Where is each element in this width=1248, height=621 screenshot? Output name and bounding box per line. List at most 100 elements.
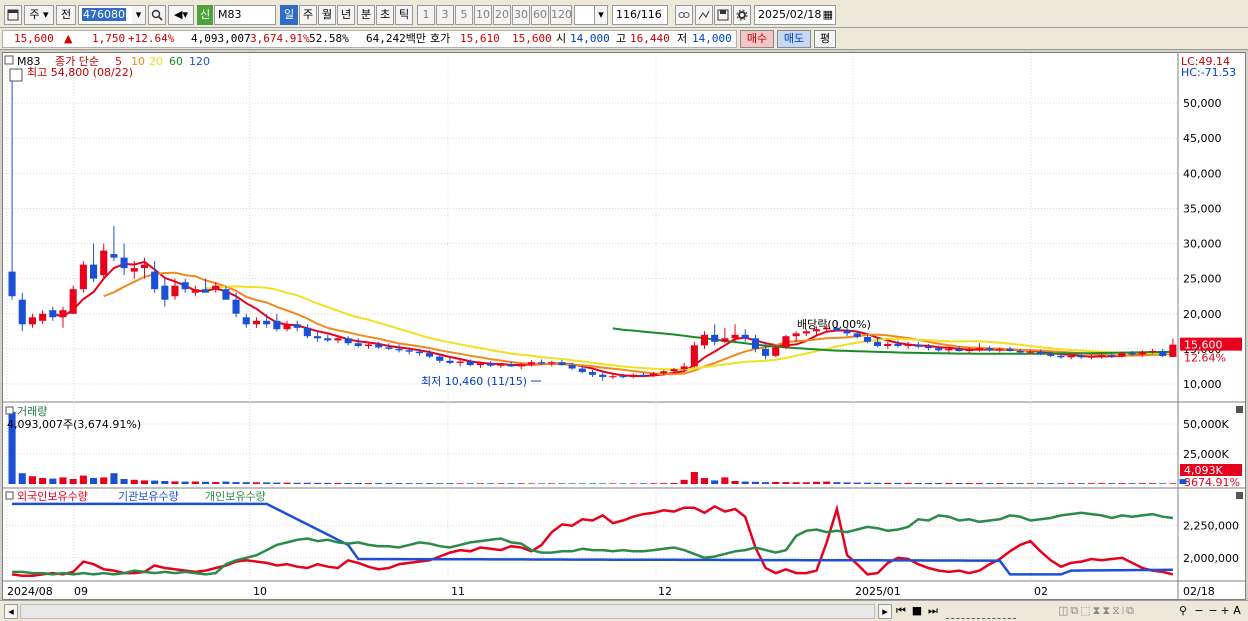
candle-body [110,254,118,258]
volume-tick-label: 50,000K [1183,418,1229,431]
price-tick-label: 35,000 [1183,202,1222,215]
candle-body [772,347,780,356]
candle-body [1118,353,1126,357]
gear-icon[interactable] [733,5,751,25]
volume-panel-close-icon [1236,406,1243,413]
volume-bar [986,483,994,484]
interval-120[interactable]: 120 [550,5,572,25]
volume-bar [303,482,311,484]
volume-bar [252,482,260,484]
interval-20[interactable]: 20 [493,5,511,25]
tab-tick[interactable]: 틱 [395,5,413,25]
candle-body [191,289,199,293]
current-pct-tag: 12.64% [1184,352,1226,365]
x-axis-label: 12 [658,585,672,598]
candle-body [59,310,67,318]
candle-body [599,374,607,377]
current-price: 15,600 [14,32,54,45]
calendar-icon[interactable]: ▦ [823,6,833,24]
search-icon[interactable] [148,5,166,25]
code-dropdown-icon[interactable]: ▾ [132,5,146,25]
stock-chart[interactable]: 50,000 45,000 40,000 35,000 30,000 25,000 20,0… [3,53,1245,599]
volume-bar [79,475,87,484]
avg-price-button[interactable]: 평 [814,30,836,48]
volume-bar [517,483,525,484]
drawing-tools-icon[interactable]: ◫⧉⬚⧗⧗⧖⧘⧉ [1022,604,1172,619]
tab-week[interactable]: 주 [299,5,317,25]
tab-minute[interactable]: 분 [357,5,375,25]
x-axis-label: 10 [253,585,267,598]
tab-day[interactable]: 일 [280,5,298,25]
forward-icon[interactable]: ⏭ [926,604,940,619]
stock-name-field[interactable]: M83 [214,5,276,25]
chart-area[interactable]: 50,000 45,000 40,000 35,000 30,000 25,000 20,0… [2,52,1246,600]
volume-bar [578,483,586,484]
zoom-out-icon[interactable]: − [1192,604,1206,619]
scroll-right-icon[interactable]: ▸ [878,604,892,619]
ma-legend-60: 60 [169,55,183,68]
candle-body [466,361,474,365]
tab-year[interactable]: 년 [337,5,355,25]
candle-body [405,350,413,352]
volume-bar [751,481,759,484]
volume-bar [1159,483,1167,484]
horizontal-scrollbar-track[interactable] [20,604,875,619]
font-size-icon[interactable]: A [1230,604,1244,619]
date-field[interactable]: 2025/02/18 ▦ [754,5,836,25]
link-icon[interactable] [675,5,693,25]
price-tick-label: 30,000 [1183,238,1222,251]
buy-button[interactable]: 매수 [740,30,774,48]
candle-body [1138,351,1146,355]
interval-5[interactable]: 5 [455,5,473,25]
sell-button[interactable]: 매도 [777,30,811,48]
volume-bar [1057,483,1065,484]
draw-line-icon[interactable] [695,5,713,25]
candle-body [1047,353,1055,356]
volume-bar [874,482,882,484]
custom-interval-dropdown-icon[interactable]: ▾ [594,5,608,25]
volume-bar [639,483,647,484]
ma-legend-120: 120 [189,55,210,68]
holdings-tick-label: 2,000,000 [1183,552,1239,565]
candle-body [1067,355,1075,358]
scroll-left-icon[interactable]: ◂ [4,604,18,619]
zoom-slider[interactable] [946,604,1016,619]
volume-bar [242,482,250,484]
interval-1[interactable]: 1 [417,5,435,25]
window-menu-icon[interactable] [4,5,22,25]
count-field[interactable]: 116/116 [612,5,668,25]
volume-bar [405,483,413,484]
tab-month[interactable]: 월 [318,5,336,25]
volume-bar [782,482,790,484]
volume-bar [945,483,953,484]
speaker-icon[interactable]: ◀▾ [168,5,194,25]
candle-body [212,285,220,290]
ma-legend-10: 10 [131,55,145,68]
rewind-icon[interactable]: ⏮ [894,604,908,619]
stop-icon[interactable]: ■ [910,604,924,619]
interval-3[interactable]: 3 [436,5,454,25]
tab-second[interactable]: 초 [376,5,394,25]
new-listing-badge: 신 [197,5,213,25]
bid-price: 15,600 [512,32,552,45]
zoom-icon[interactable]: ⚲ [1176,604,1190,619]
interval-10[interactable]: 10 [474,5,492,25]
prev-button[interactable]: 전 [56,5,76,25]
candle-body [242,317,250,325]
volume-bar [415,483,423,484]
candle-body [171,285,179,297]
interval-60[interactable]: 60 [531,5,549,25]
volume-bar [558,483,566,484]
holdings-panel-menu-icon [5,491,14,500]
market-select[interactable]: 주 ▾ [24,5,54,25]
volume-bar [395,483,403,484]
volume-bar [222,481,230,484]
interval-30[interactable]: 30 [512,5,530,25]
volume-bar [833,482,841,484]
ma-line-20 [205,285,1173,371]
save-icon[interactable] [714,5,732,25]
turnover-rate: 52.58% [309,32,349,45]
candle-body [802,331,810,334]
open-label: 시 [556,32,567,45]
volume-bar [904,482,912,484]
